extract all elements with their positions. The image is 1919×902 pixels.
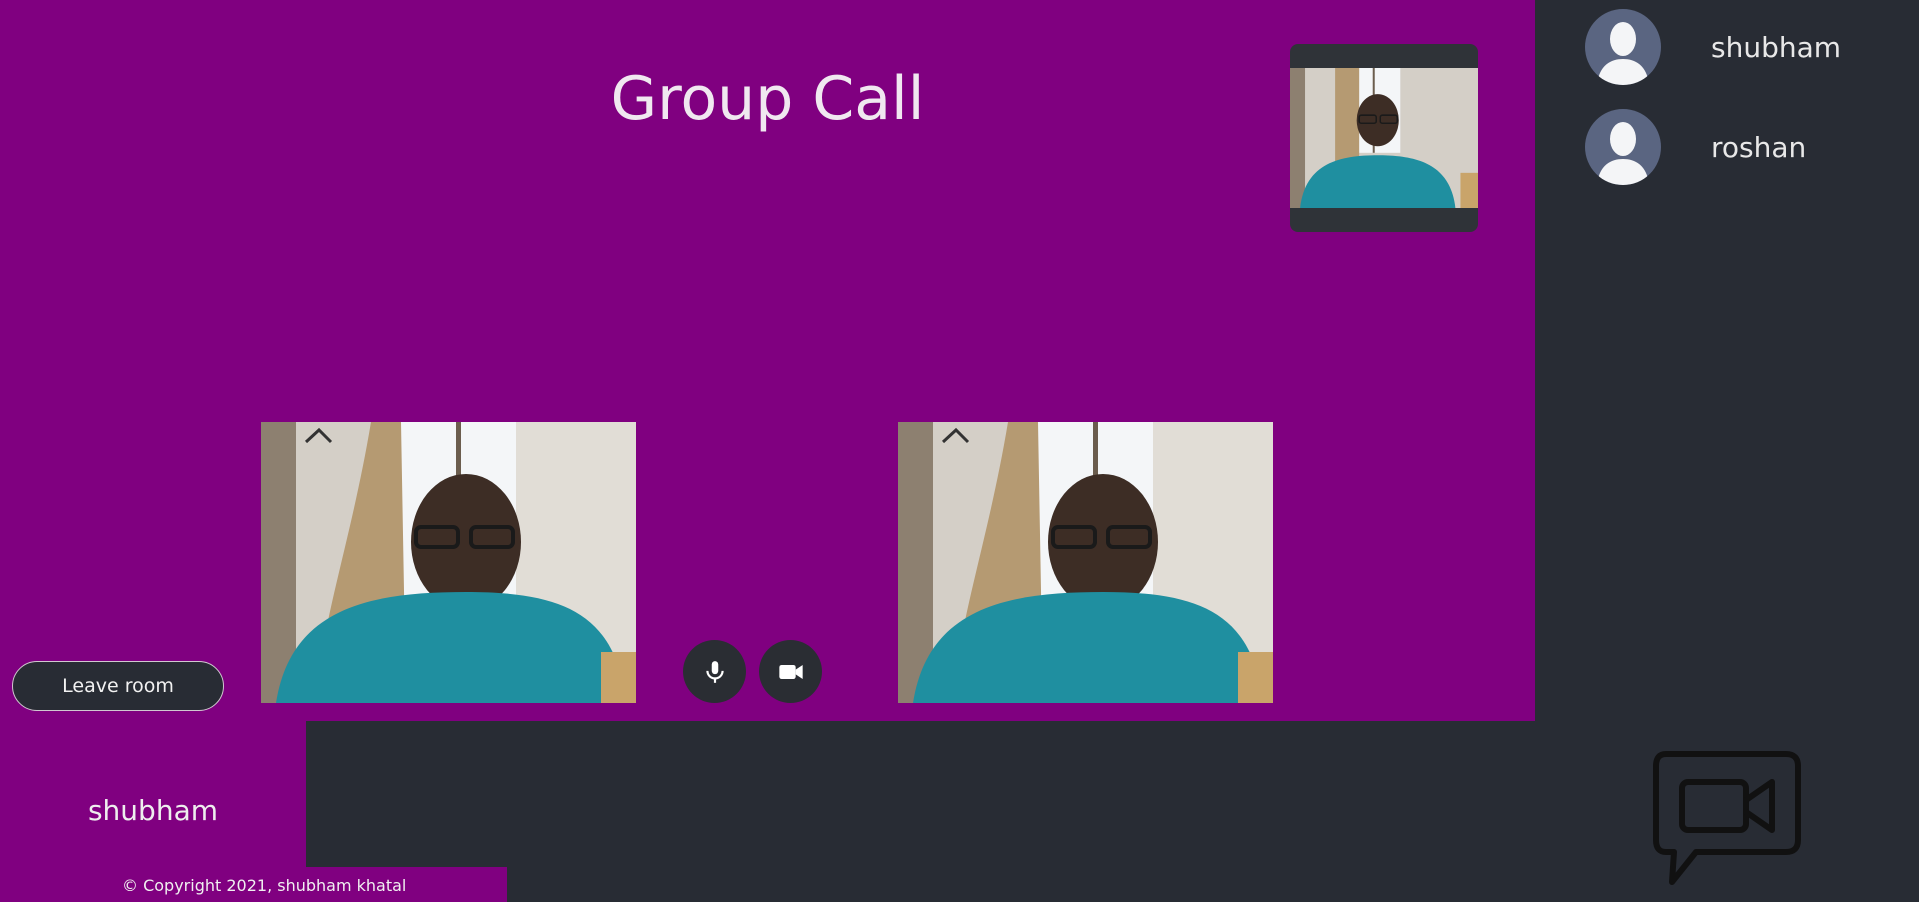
camera-toggle-button[interactable] xyxy=(759,640,822,703)
participant-item[interactable]: roshan xyxy=(1585,109,1905,185)
copyright-text: © Copyright 2021, shubham khatal xyxy=(122,876,407,895)
self-video-preview xyxy=(1290,44,1478,232)
current-username: shubham xyxy=(87,794,219,827)
participant-video-feed xyxy=(898,422,1273,703)
user-avatar-icon xyxy=(1585,109,1661,185)
participant-name: shubham xyxy=(1711,30,1842,64)
self-video-feed xyxy=(1290,68,1478,208)
participant-item[interactable]: shubham xyxy=(1585,9,1905,85)
participant-video-feed xyxy=(261,422,636,703)
microphone-icon xyxy=(705,660,724,683)
leave-room-button[interactable]: Leave room xyxy=(12,661,224,711)
call-area: Group Call Leave room xyxy=(0,0,1535,721)
participant-name: roshan xyxy=(1711,130,1807,164)
participant-video-2 xyxy=(898,422,1273,703)
copyright-icon: © xyxy=(122,876,138,895)
participant-video-1 xyxy=(261,422,636,703)
mic-toggle-button[interactable] xyxy=(683,640,746,703)
user-avatar-icon xyxy=(1585,9,1661,85)
video-chat-icon[interactable] xyxy=(1652,750,1802,890)
video-camera-icon xyxy=(778,664,803,679)
